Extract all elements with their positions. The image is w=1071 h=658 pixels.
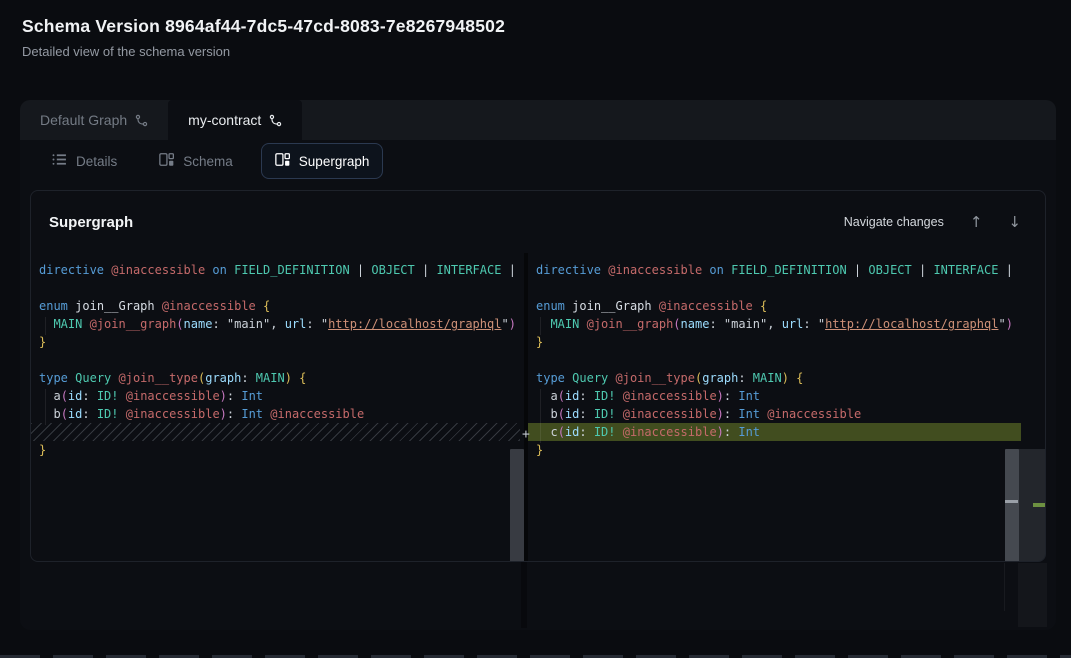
- indent-guide: [45, 389, 46, 425]
- fork-icon: [269, 114, 282, 127]
- code-line: directive @inaccessible on FIELD_DEFINIT…: [31, 261, 524, 279]
- indent-guide: [540, 317, 541, 335]
- tab-schema-label: Schema: [183, 154, 233, 169]
- code-line: type Query @join__type(graph: MAIN) {: [528, 369, 1045, 387]
- code-line: }: [528, 333, 1045, 351]
- page-subtitle: Detailed view of the schema version: [22, 44, 505, 59]
- diff-left-pane[interactable]: directive @inaccessible on FIELD_DEFINIT…: [31, 253, 524, 561]
- code-line: }: [31, 333, 524, 351]
- arrow-down-icon: ↓: [1008, 213, 1021, 231]
- view-subtabs: Details Schema Supergraph: [20, 140, 1056, 182]
- code-line: [528, 279, 1045, 297]
- scrollbar-ghost-strip: [1018, 563, 1047, 627]
- indent-guide: [45, 317, 46, 335]
- tab-my-contract[interactable]: my-contract: [168, 100, 302, 140]
- diff-placeholder-hatch: [31, 423, 520, 441]
- page-title: Schema Version 8964af44-7dc5-47cd-8083-7…: [22, 16, 505, 37]
- tab-default-graph-label: Default Graph: [40, 112, 127, 128]
- code-line: a(id: ID! @inaccessible): Int: [31, 387, 524, 405]
- fork-icon: [135, 114, 148, 127]
- tab-details-label: Details: [76, 154, 117, 169]
- panel-heading: Supergraph: [49, 214, 133, 231]
- graph-tabstrip: Default Graph my-contract: [20, 100, 1056, 140]
- right-scrollbar-slider[interactable]: [1005, 449, 1019, 561]
- tab-supergraph[interactable]: Supergraph: [261, 143, 384, 179]
- schema-version-page: Schema Version 8964af44-7dc5-47cd-8083-7…: [0, 0, 1071, 658]
- diff-right-pane[interactable]: directive @inaccessible on FIELD_DEFINIT…: [528, 253, 1045, 561]
- code-line: b(id: ID! @inaccessible): Int @inaccessi…: [31, 405, 524, 423]
- code-line: }: [528, 441, 1045, 459]
- code-line: b(id: ID! @inaccessible): Int @inaccessi…: [528, 405, 1045, 423]
- code-line: [31, 279, 524, 297]
- scrollbar-ghost-line: [1004, 563, 1005, 611]
- panels-icon: [275, 152, 290, 170]
- supergraph-panel-header: Supergraph Navigate changes ↑ ↓: [31, 191, 1045, 253]
- overview-modified-tick: [1005, 500, 1018, 503]
- code-line: enum join__Graph @inaccessible {: [31, 297, 524, 315]
- navigate-prev-button[interactable]: ↑: [970, 215, 983, 230]
- tab-my-contract-label: my-contract: [188, 112, 261, 128]
- code-line: directive @inaccessible on FIELD_DEFINIT…: [528, 261, 1045, 279]
- page-header: Schema Version 8964af44-7dc5-47cd-8083-7…: [22, 16, 505, 59]
- code-line-added: c(id: ID! @inaccessible): Int: [528, 423, 1021, 441]
- arrow-up-icon: ↑: [970, 213, 983, 231]
- left-scrollbar-thumb[interactable]: [510, 449, 524, 561]
- tab-schema[interactable]: Schema: [145, 143, 247, 179]
- tab-details[interactable]: Details: [38, 143, 131, 179]
- code-line: enum join__Graph @inaccessible {: [528, 297, 1045, 315]
- code-line: type Query @join__type(graph: MAIN) {: [31, 369, 524, 387]
- divider-ghost-line: [521, 562, 527, 628]
- navigate-next-button[interactable]: ↓: [1008, 215, 1021, 230]
- overview-inserted-tick: [1033, 503, 1045, 507]
- supergraph-panel: Supergraph Navigate changes ↑ ↓ directiv…: [30, 190, 1046, 562]
- tab-supergraph-label: Supergraph: [299, 154, 370, 169]
- diff-editor: directive @inaccessible on FIELD_DEFINIT…: [31, 253, 1045, 561]
- code-line: [528, 351, 1045, 369]
- navigate-changes: Navigate changes ↑ ↓: [844, 215, 1021, 230]
- list-icon: [52, 152, 67, 170]
- code-line: MAIN @join__graph(name: "main", url: "ht…: [528, 315, 1045, 333]
- schema-version-card: Default Graph my-contract Details: [20, 100, 1056, 630]
- code-line: [31, 351, 524, 369]
- navigate-changes-label: Navigate changes: [844, 215, 944, 229]
- code-line: a(id: ID! @inaccessible): Int: [528, 387, 1045, 405]
- code-line: MAIN @join__graph(name: "main", url: "ht…: [31, 315, 524, 333]
- panels-icon: [159, 152, 174, 170]
- insert-change-marker: +: [522, 426, 530, 444]
- tab-default-graph[interactable]: Default Graph: [20, 100, 168, 140]
- code-line: }: [31, 441, 524, 459]
- indent-guide: [540, 389, 541, 443]
